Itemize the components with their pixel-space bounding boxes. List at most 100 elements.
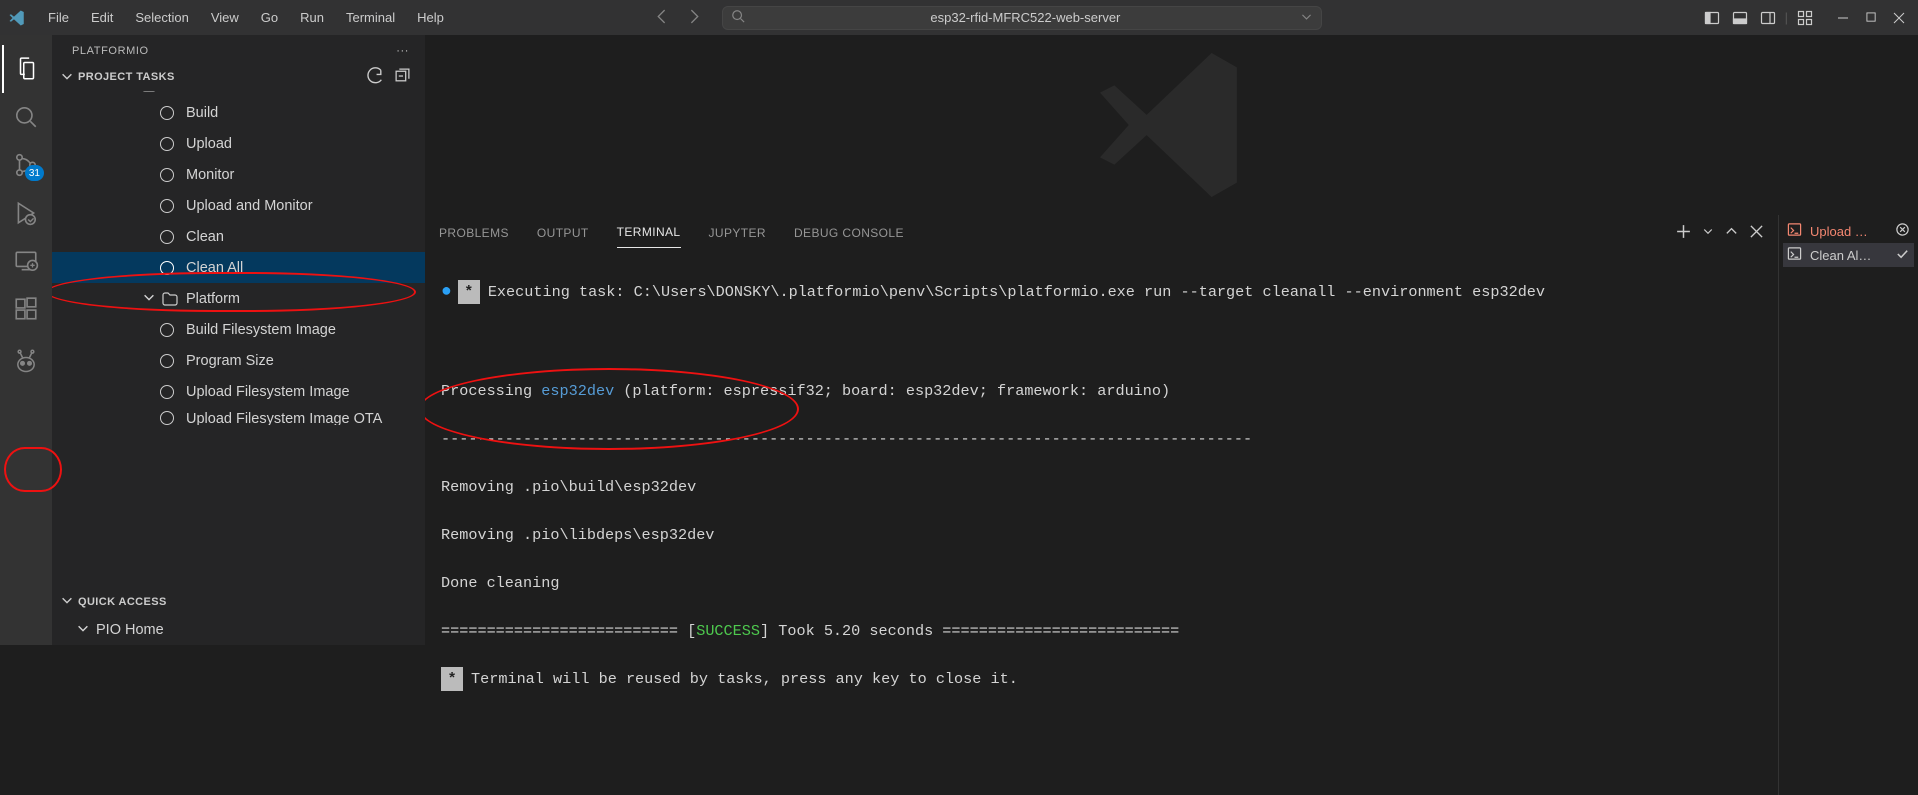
task-upload[interactable]: Upload (52, 128, 425, 159)
tree-item-platform[interactable]: Platform (52, 283, 425, 314)
panel-main: PROBLEMS OUTPUT TERMINAL JUPYTER DEBUG C… (425, 215, 1778, 795)
source-control-icon[interactable]: 31 (2, 141, 50, 189)
terminal-item-upload[interactable]: Upload … (1783, 219, 1914, 243)
check-icon (1895, 246, 1910, 264)
terminal-icon (1787, 246, 1802, 264)
task-running-icon: ● (441, 282, 452, 302)
success-text: SUCCESS (696, 622, 760, 640)
folder-icon (162, 291, 178, 307)
refresh-icon[interactable] (367, 67, 384, 87)
tab-debug-console[interactable]: DEBUG CONSOLE (794, 218, 904, 248)
menu-run[interactable]: Run (290, 6, 334, 29)
menu-go[interactable]: Go (251, 6, 288, 29)
sidebar-header: PLATFORMIO ··· (52, 35, 425, 63)
nav-back-icon[interactable] (654, 8, 671, 28)
tab-output[interactable]: OUTPUT (537, 218, 589, 248)
task-program-size[interactable]: Program Size (52, 345, 425, 376)
tab-terminal[interactable]: TERMINAL (617, 217, 681, 248)
section-title: QUICK ACCESS (78, 596, 167, 608)
remove-line-2: Removing .pio\libdeps\esp32dev (441, 523, 1762, 547)
remote-explorer-icon[interactable] (2, 237, 50, 285)
task-upload-fs[interactable]: Upload Filesystem Image (52, 376, 425, 407)
extensions-icon[interactable] (2, 285, 50, 333)
collapse-all-icon[interactable] (394, 67, 411, 87)
chevron-down-icon (60, 593, 74, 610)
platformio-icon[interactable] (2, 337, 50, 385)
search-text: esp32-rfid-MFRC522-web-server (751, 10, 1300, 25)
tab-problems[interactable]: PROBLEMS (439, 218, 509, 248)
menu-help[interactable]: Help (407, 6, 454, 29)
terminal-list: Upload … Clean Al… (1778, 215, 1918, 795)
task-clean[interactable]: Clean (52, 221, 425, 252)
terminal-item-cleanall[interactable]: Clean Al… (1783, 243, 1914, 267)
menu-selection[interactable]: Selection (125, 6, 198, 29)
quick-access-header[interactable]: QUICK ACCESS (52, 589, 425, 614)
layout-sidebar-left-icon[interactable] (1701, 7, 1723, 29)
chevron-down-icon (76, 621, 90, 639)
terminal-dropdown-icon[interactable] (1702, 225, 1714, 240)
window-minimize-icon[interactable] (1832, 7, 1854, 29)
terminal-item-label: Clean Al… (1810, 248, 1871, 263)
close-panel-icon[interactable] (1749, 224, 1764, 242)
command-center-search[interactable]: esp32-rfid-MFRC522-web-server (722, 6, 1322, 30)
panel-actions (1675, 223, 1764, 243)
terminal-item-label: Upload … (1810, 224, 1868, 239)
nav-arrows (654, 8, 702, 28)
search-activity-icon[interactable] (2, 93, 50, 141)
new-terminal-icon[interactable] (1675, 223, 1692, 243)
tab-jupyter[interactable]: JUPYTER (709, 218, 766, 248)
sidebar: PLATFORMIO ··· PROJECT TASKS General Bui… (52, 35, 425, 645)
task-marker-icon: * (458, 280, 480, 304)
vscode-logo-icon (8, 9, 26, 27)
tasks-list: General Build Upload Monitor Upload and … (52, 91, 425, 589)
vscode-watermark-icon (1082, 35, 1262, 215)
chevron-down-icon (1300, 10, 1313, 26)
task-build-fs[interactable]: Build Filesystem Image (52, 314, 425, 345)
tree-item-pio-home[interactable]: PIO Home (52, 614, 425, 645)
processing-env: esp32dev (541, 382, 614, 400)
error-close-icon[interactable] (1895, 222, 1910, 240)
section-title: PROJECT TASKS (78, 71, 175, 83)
nav-forward-icon[interactable] (685, 8, 702, 28)
chevron-down-icon (142, 290, 156, 308)
remove-line-1: Removing .pio\build\esp32dev (441, 475, 1762, 499)
terminal-body[interactable]: ●*Executing task: C:\Users\DONSKY\.platf… (425, 250, 1778, 795)
menu-file[interactable]: File (38, 6, 79, 29)
processing-a: Processing (441, 382, 541, 400)
menu-edit[interactable]: Edit (81, 6, 123, 29)
dash-line: ----------------------------------------… (441, 427, 1762, 451)
done-line: Done cleaning (441, 571, 1762, 595)
window-close-icon[interactable] (1888, 7, 1910, 29)
welcome-background (425, 35, 1918, 215)
maximize-panel-icon[interactable] (1724, 224, 1739, 242)
activity-bar: 31 (0, 35, 52, 645)
task-marker-icon: * (441, 667, 463, 691)
task-upload-fs-ota[interactable]: Upload Filesystem Image OTA (52, 407, 425, 425)
editor-area: PROBLEMS OUTPUT TERMINAL JUPYTER DEBUG C… (425, 35, 1918, 645)
project-tasks-header[interactable]: PROJECT TASKS (52, 63, 425, 91)
explorer-icon[interactable] (2, 45, 50, 93)
terminal-icon (1787, 222, 1802, 240)
window-maximize-icon[interactable] (1860, 7, 1882, 29)
task-clean-all[interactable]: Clean All (52, 252, 425, 283)
task-build[interactable]: Build (52, 97, 425, 128)
chevron-down-icon (60, 69, 74, 86)
layout-sidebar-right-icon[interactable] (1757, 7, 1779, 29)
layout-customize-icon[interactable] (1794, 7, 1816, 29)
exec-cmd: C:\Users\DONSKY\.platformio\penv\Scripts… (634, 283, 1555, 301)
panel: PROBLEMS OUTPUT TERMINAL JUPYTER DEBUG C… (425, 215, 1918, 795)
run-debug-icon[interactable] (2, 189, 50, 237)
menu-view[interactable]: View (201, 6, 249, 29)
more-actions-icon[interactable]: ··· (396, 45, 409, 57)
scm-badge: 31 (25, 165, 44, 181)
eq-left: ========================== [ (441, 622, 696, 640)
menu-terminal[interactable]: Terminal (336, 6, 405, 29)
window-controls: | (1701, 7, 1910, 29)
panel-tabs: PROBLEMS OUTPUT TERMINAL JUPYTER DEBUG C… (425, 215, 1778, 250)
separator: | (1785, 10, 1788, 25)
task-monitor[interactable]: Monitor (52, 159, 425, 190)
processing-b: (platform: espressif32; board: esp32dev;… (614, 382, 1170, 400)
reuse-text: Terminal will be reused by tasks, press … (471, 670, 1018, 688)
layout-panel-icon[interactable] (1729, 7, 1751, 29)
task-upload-and-monitor[interactable]: Upload and Monitor (52, 190, 425, 221)
